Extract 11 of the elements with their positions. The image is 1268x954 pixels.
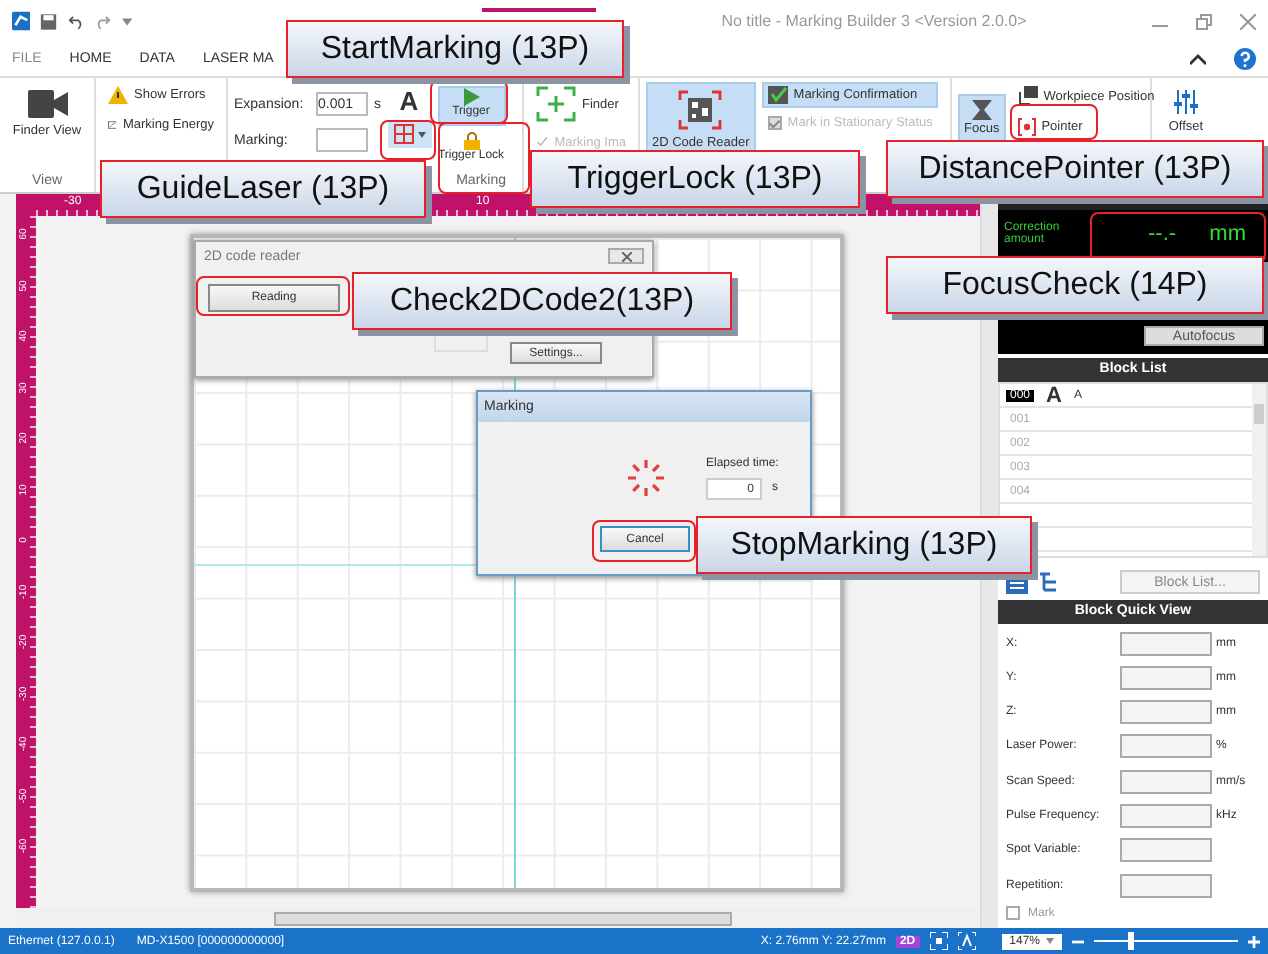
font-glyph: A xyxy=(1046,384,1062,407)
annotation-tooltip: DistancePointer (13P) xyxy=(886,140,1264,198)
annotation-tooltip: GuideLaser (13P) xyxy=(100,160,426,218)
annotation-tooltip: FocusCheck (14P) xyxy=(886,256,1264,314)
annotation-tooltip: TriggerLock (13P) xyxy=(530,150,860,208)
annotation-tooltip: Check2DCode2(13P) xyxy=(352,272,732,330)
distance-reading: --.- xyxy=(1148,222,1177,246)
window-title: No title - Marking Builder 3 <Version 2.0.0> xyxy=(719,12,1029,30)
unit-label: mm xyxy=(1209,222,1246,246)
annotation-tooltip: StartMarking (13P) xyxy=(286,20,624,78)
annotation-tooltip: StopMarking (13P) xyxy=(696,516,1032,574)
